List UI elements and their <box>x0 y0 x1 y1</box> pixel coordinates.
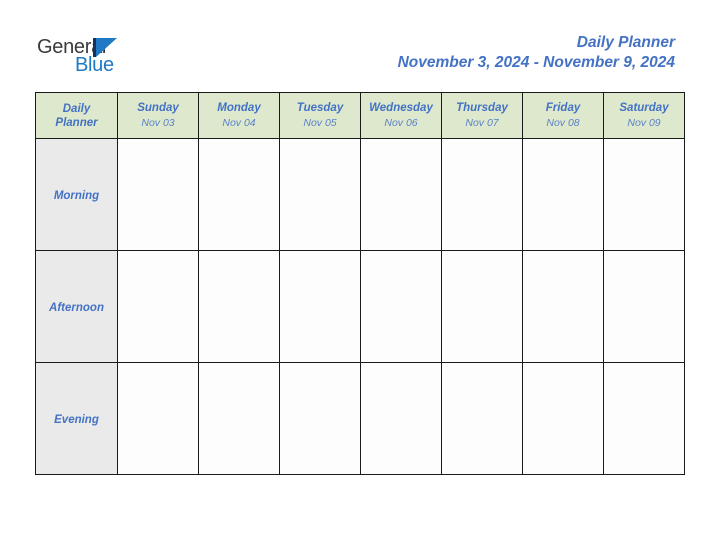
header-row: Daily Planner Sunday Nov 03 Monday Nov 0… <box>35 92 685 139</box>
slot-evening-tuesday[interactable] <box>279 362 361 475</box>
corner-cell: Daily Planner <box>35 92 118 139</box>
slot-afternoon-saturday[interactable] <box>603 250 685 363</box>
slot-evening-sunday[interactable] <box>117 362 199 475</box>
day-date-label: Nov 08 <box>546 116 580 129</box>
planner-table-header: Daily Planner Sunday Nov 03 Monday Nov 0… <box>35 92 685 139</box>
row-label-text: Morning <box>53 189 100 202</box>
day-name-label: Monday <box>217 101 261 114</box>
date-range-subtitle: November 3, 2024 - November 9, 2024 <box>397 54 675 71</box>
slot-afternoon-sunday[interactable] <box>117 250 199 363</box>
day-header-friday: Friday Nov 08 <box>522 92 604 139</box>
day-header-wednesday: Wednesday Nov 06 <box>360 92 442 139</box>
day-name-label: Sunday <box>137 101 179 114</box>
brand-name-blue: Blue <box>75 54 114 76</box>
day-name-label: Wednesday <box>369 101 433 114</box>
day-date-label: Nov 03 <box>141 116 175 129</box>
day-header-saturday: Saturday Nov 09 <box>603 92 685 139</box>
page-header: General Blue Daily Planner November 3, 2… <box>0 0 712 92</box>
row-label-morning: Morning <box>35 138 118 251</box>
slot-afternoon-wednesday[interactable] <box>360 250 442 363</box>
day-date-label: Nov 05 <box>303 116 337 129</box>
page-title: Daily Planner <box>576 34 675 51</box>
day-header-thursday: Thursday Nov 07 <box>441 92 523 139</box>
slot-morning-monday[interactable] <box>198 138 280 251</box>
row-label-evening: Evening <box>35 362 118 475</box>
slot-evening-thursday[interactable] <box>441 362 523 475</box>
slot-evening-wednesday[interactable] <box>360 362 442 475</box>
row-label-afternoon: Afternoon <box>35 250 118 363</box>
slot-morning-tuesday[interactable] <box>279 138 361 251</box>
day-date-label: Nov 09 <box>627 116 661 129</box>
title-block: Daily Planner November 3, 2024 - Novembe… <box>398 33 675 74</box>
slot-afternoon-friday[interactable] <box>522 250 604 363</box>
slot-morning-thursday[interactable] <box>441 138 523 251</box>
day-name-label: Tuesday <box>296 101 344 114</box>
table-row-morning: Morning <box>35 138 685 251</box>
slot-afternoon-thursday[interactable] <box>441 250 523 363</box>
day-name-label: Saturday <box>619 101 669 114</box>
day-name-label: Thursday <box>456 101 508 114</box>
row-label-text: Evening <box>54 413 99 426</box>
row-label-text: Afternoon <box>49 301 104 314</box>
slot-afternoon-tuesday[interactable] <box>279 250 361 363</box>
planner-table: Daily Planner Sunday Nov 03 Monday Nov 0… <box>35 92 685 475</box>
table-row-evening: Evening <box>35 362 685 475</box>
day-date-label: Nov 04 <box>222 116 256 129</box>
slot-morning-saturday[interactable] <box>603 138 685 251</box>
day-header-monday: Monday Nov 04 <box>198 92 280 139</box>
slot-morning-friday[interactable] <box>522 138 604 251</box>
slot-morning-wednesday[interactable] <box>360 138 442 251</box>
brand-logo: General Blue <box>37 37 167 82</box>
slot-afternoon-monday[interactable] <box>198 250 280 363</box>
corner-label-line1: Daily <box>62 102 91 115</box>
day-name-label: Friday <box>545 101 581 114</box>
table-row-afternoon: Afternoon <box>35 250 685 363</box>
day-date-label: Nov 06 <box>384 116 418 129</box>
day-header-tuesday: Tuesday Nov 05 <box>279 92 361 139</box>
day-date-label: Nov 07 <box>465 116 499 129</box>
slot-evening-friday[interactable] <box>522 362 604 475</box>
planner-table-container: Daily Planner Sunday Nov 03 Monday Nov 0… <box>35 92 685 475</box>
slot-evening-saturday[interactable] <box>603 362 685 475</box>
planner-table-body: Morning Afternoon Evening <box>35 138 685 475</box>
corner-label-line2: Planner <box>55 116 98 129</box>
slot-evening-monday[interactable] <box>198 362 280 475</box>
day-header-sunday: Sunday Nov 03 <box>117 92 199 139</box>
slot-morning-sunday[interactable] <box>117 138 199 251</box>
